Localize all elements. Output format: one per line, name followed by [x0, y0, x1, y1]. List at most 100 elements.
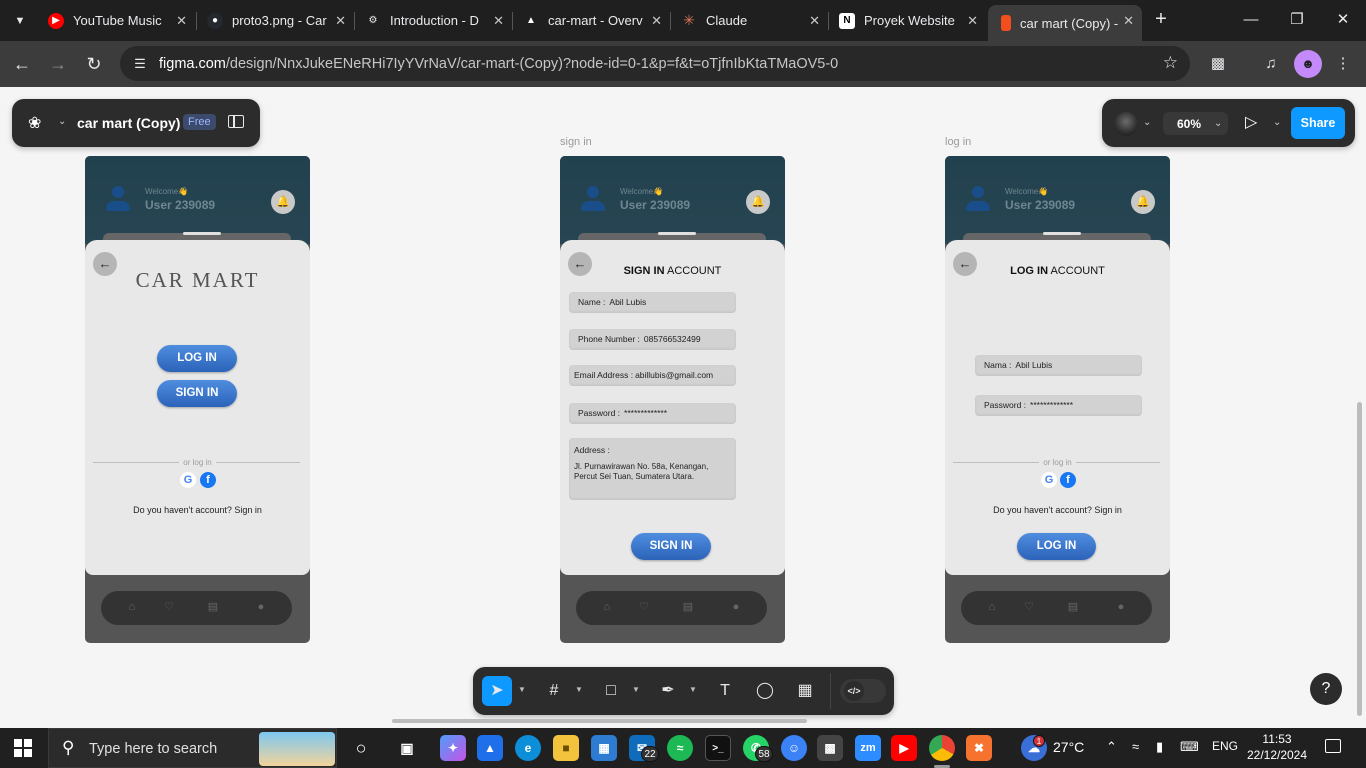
chevron-down-icon[interactable]: ⌄ [58, 116, 66, 127]
google-icon[interactable]: G [180, 472, 196, 488]
toggle-sidebar-icon[interactable] [228, 115, 244, 128]
spotify-icon[interactable]: ≈ [667, 735, 693, 761]
home-icon[interactable]: ⌂ [125, 600, 139, 614]
reload-icon[interactable]: ↻ [81, 51, 107, 77]
bag-icon[interactable]: ▤ [681, 600, 695, 614]
windows-start-icon[interactable] [14, 739, 32, 757]
heart-icon[interactable]: ♡ [162, 600, 176, 614]
new-tab-button[interactable]: + [1150, 8, 1172, 30]
name-field[interactable]: Name : Abil Lubis [569, 292, 736, 313]
close-icon[interactable]: ✕ [967, 13, 978, 29]
present-play-icon[interactable]: ▷ [1245, 112, 1257, 132]
tab-car-mart-copy[interactable]: car mart (Copy) - ✕ [988, 5, 1142, 41]
horizontal-scrollbar[interactable] [392, 719, 807, 723]
vertical-scrollbar[interactable] [1357, 402, 1362, 716]
zoom-icon[interactable]: zm [855, 735, 881, 761]
bag-icon[interactable]: ▤ [206, 600, 220, 614]
xampp-icon[interactable]: ✖ [966, 735, 992, 761]
signup-prompt[interactable]: Do you haven't account? Sign in [945, 505, 1170, 515]
signup-prompt[interactable]: Do you haven't account? Sign in [85, 505, 310, 515]
password-field[interactable]: Password : ************* [975, 395, 1142, 416]
frame-label-log-in[interactable]: log in [945, 136, 971, 148]
heart-icon[interactable]: ♡ [1022, 600, 1036, 614]
bell-icon[interactable]: 🔔 [271, 190, 295, 214]
search-highlight-image[interactable] [259, 732, 335, 766]
close-icon[interactable]: ✕ [176, 13, 187, 29]
profile-icon[interactable]: ● [729, 600, 743, 614]
frame-tool-icon[interactable]: # [542, 679, 566, 703]
share-button[interactable]: Share [1291, 107, 1345, 139]
photos-icon[interactable]: ▲ [477, 735, 503, 761]
sheet-handle[interactable] [1043, 232, 1081, 235]
language-indicator[interactable]: ENG [1212, 739, 1238, 753]
signin-button[interactable]: SIGN IN [157, 380, 237, 407]
password-field[interactable]: Password : ************* [569, 403, 736, 424]
facebook-icon[interactable]: f [1060, 472, 1076, 488]
tab-introduction[interactable]: ⚙ Introduction - D ✕ [355, 5, 512, 36]
heart-icon[interactable]: ♡ [637, 600, 651, 614]
move-tool-icon[interactable]: ➤ [482, 676, 512, 706]
chevron-down-icon[interactable]: ▼ [689, 685, 697, 694]
home-icon[interactable]: ⌂ [985, 600, 999, 614]
copilot-icon[interactable]: ✦ [440, 735, 466, 761]
home-icon[interactable]: ⌂ [600, 600, 614, 614]
user-avatar[interactable] [1114, 112, 1138, 136]
chrome-icon[interactable] [929, 735, 955, 761]
frame-label-sign-in[interactable]: sign in [560, 136, 592, 148]
comment-tool-icon[interactable]: ◯ [753, 679, 777, 703]
tab-proto3[interactable]: ● proto3.png - Car ✕ [197, 5, 354, 36]
bookmark-star-icon[interactable]: ☆ [1163, 53, 1178, 73]
bell-icon[interactable]: 🔔 [1131, 190, 1155, 214]
taskbar-search-box[interactable]: ⚲ Type here to search [48, 728, 337, 768]
bell-icon[interactable]: 🔔 [746, 190, 770, 214]
name-field[interactable]: Nama : Abil Lubis [975, 355, 1142, 376]
keyboard-icon[interactable]: ⌨ [1180, 739, 1199, 755]
actions-tool-icon[interactable]: ▦ [793, 679, 817, 703]
close-icon[interactable]: ✕ [493, 13, 504, 29]
rectangle-tool-icon[interactable]: □ [599, 679, 623, 703]
pen-tool-icon[interactable]: ✒ [656, 679, 680, 703]
profile-avatar[interactable]: ☻ [1294, 50, 1322, 78]
youtube-icon[interactable]: ▶ [891, 735, 917, 761]
tab-search-chevron-icon[interactable]: ▼ [6, 7, 34, 35]
chevron-down-icon[interactable]: ▼ [632, 685, 640, 694]
media-control-icon[interactable]: ♫ [1259, 52, 1283, 76]
bag-icon[interactable]: ▤ [1066, 600, 1080, 614]
help-button[interactable]: ? [1310, 673, 1342, 705]
login-button[interactable]: LOG IN [157, 345, 237, 372]
login-submit-button[interactable]: LOG IN [1017, 533, 1096, 560]
sheet-handle[interactable] [658, 232, 696, 235]
cortana-icon[interactable]: ○ [348, 735, 374, 761]
file-explorer-icon[interactable]: ■ [553, 735, 579, 761]
chevron-down-icon[interactable]: ▼ [518, 685, 526, 694]
task-view-icon[interactable]: ▣ [394, 735, 420, 761]
more-menu-icon[interactable]: ⋮ [1331, 52, 1355, 76]
forward-arrow-icon[interactable]: → [45, 51, 71, 77]
phone-field[interactable]: Phone Number :085766532499 [569, 329, 736, 350]
clock[interactable]: 11:53 22/12/2024 [1245, 731, 1309, 763]
google-icon[interactable]: G [1041, 472, 1057, 488]
figma-canvas[interactable]: ❀ ⌄ car mart (Copy) Free ⌄ 60% ⌄ ▷ ⌄ Sha… [0, 87, 1366, 728]
wifi-icon[interactable]: ≈ [1132, 739, 1139, 754]
figma-menu-icon[interactable]: ❀ [28, 113, 41, 133]
address-bar[interactable]: ☰ figma.com/design/NnxJukeENeRHi7IyYVrNa… [120, 46, 1190, 81]
phone-frame-landing[interactable]: Welcome👋 User 239089 🔔 ← CAR MART LOG IN… [85, 156, 310, 643]
tab-youtube-music[interactable]: ▶ YouTube Music ✕ [38, 5, 195, 36]
edge-icon[interactable]: e [515, 735, 541, 761]
chevron-down-icon[interactable]: ⌄ [1214, 118, 1222, 129]
temperature[interactable]: 27°C [1053, 739, 1084, 755]
close-icon[interactable]: ✕ [335, 13, 346, 29]
text-tool-icon[interactable]: T [713, 679, 737, 703]
signin-submit-button[interactable]: SIGN IN [631, 533, 711, 560]
chevron-down-icon[interactable]: ⌄ [1143, 117, 1151, 128]
microsoft-store-icon[interactable]: ▦ [591, 735, 617, 761]
extensions-icon[interactable]: ▩ [1206, 52, 1230, 76]
car-app-icon[interactable]: ▩ [817, 735, 843, 761]
restore-button[interactable]: ❐ [1282, 8, 1312, 32]
address-field[interactable]: Address : Jl. Purnawirawan No. 58a, Kena… [569, 438, 736, 500]
minimize-button[interactable]: — [1236, 8, 1266, 32]
battery-icon[interactable]: ▮ [1156, 739, 1163, 755]
notification-center-icon[interactable] [1325, 739, 1341, 753]
phone-frame-sign-in[interactable]: Welcome👋 User 239089 🔔 ← SIGN IN ACCOUNT… [560, 156, 785, 643]
tab-proyek-website[interactable]: N Proyek Website ✕ [829, 5, 986, 36]
